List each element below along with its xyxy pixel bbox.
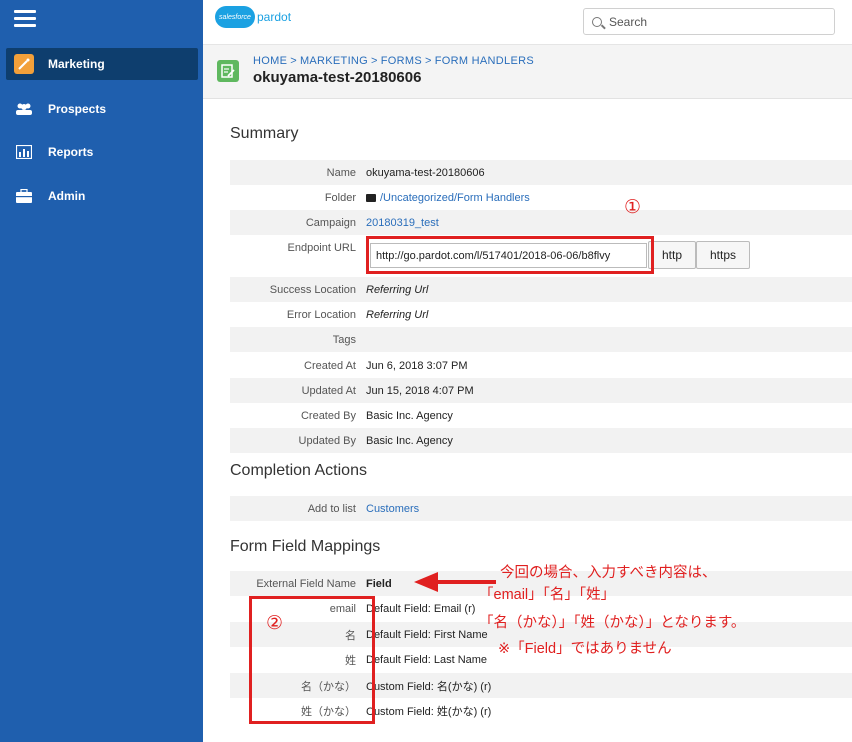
summary-row-updated-by: Updated By Basic Inc. Agency [230,428,852,453]
summary-row-folder: Folder /Uncategorized/Form Handlers [230,185,852,210]
success-label: Success Location [269,283,356,296]
mapping-value: Default Field: Last Name [366,653,488,666]
name-label: Name [326,166,356,179]
name-value: okuyama-test-20180606 [366,166,485,179]
breadcrumb-home[interactable]: HOME [253,55,287,67]
summary-row-tags: Tags [230,327,852,352]
sidebar-item-label: Marketing [48,57,105,71]
form-field-mappings-title: Form Field Mappings [230,538,381,555]
search-box[interactable] [583,8,835,35]
summary-row-name: Name okuyama-test-20180606 [230,160,852,185]
mapping-value: Default Field: Email (r) [366,602,476,615]
chart-icon [14,142,34,162]
mapping-value: Default Field: First Name [366,628,488,641]
sidebar-item-reports[interactable]: Reports [6,136,198,168]
field-header: Field [366,577,392,590]
mapping-value: Custom Field: 姓(かな) (r) [366,705,492,718]
created-by-label: Created By [300,409,356,422]
wand-icon [14,54,34,74]
breadcrumb-form-handlers[interactable]: FORM HANDLERS [435,55,534,67]
mapping-label: email [329,602,356,615]
external-field-name-header: External Field Name [256,577,356,590]
top-bar: salesforce pardot [203,0,852,45]
salesforce-logo-icon: salesforce [215,6,255,28]
folder-link[interactable]: /Uncategorized/Form Handlers [366,192,530,204]
summary-row-error: Error Location Referring Url [230,302,852,327]
annotation-line-1: 今回の場合、入力すべき内容は、 [500,565,717,581]
annotation-number-2: ② [266,613,284,634]
annotation-number-1: ① [624,197,642,218]
summary-row-created-at: Created At Jun 6, 2018 3:07 PM [230,353,852,378]
annotation-arrow-head [414,572,438,592]
created-at-value: Jun 6, 2018 3:07 PM [366,359,468,372]
error-value: Referring Url [366,308,429,321]
endpoint-url-field[interactable] [370,243,647,268]
summary-row-campaign: Campaign 20180319_test [230,210,852,235]
summary-row-updated-at: Updated At Jun 15, 2018 4:07 PM [230,378,852,403]
updated-at-value: Jun 15, 2018 4:07 PM [366,384,474,397]
error-label: Error Location [286,308,356,321]
updated-by-value: Basic Inc. Agency [366,434,453,447]
table-row: 名（かな） Custom Field: 名(かな) (r) [230,673,852,698]
sidebar-item-prospects[interactable]: Prospects [6,93,198,125]
sidebar-item-marketing[interactable]: Marketing [6,48,198,80]
created-by-value: Basic Inc. Agency [366,409,453,422]
created-at-label: Created At [304,359,356,372]
updated-by-label: Updated By [298,434,356,447]
completion-actions-title: Completion Actions [230,462,367,479]
mapping-label: 名 [345,629,356,642]
add-to-list-label: Add to list [307,502,356,515]
annotation-line-4: ※「Field」ではありません [498,641,672,657]
completion-row-add-to-list: Add to list Customers [230,496,852,521]
tags-label: Tags [332,333,356,346]
mapping-label: 姓（かな） [301,705,356,718]
summary-row-success: Success Location Referring Url [230,277,852,302]
https-button[interactable]: https [696,241,750,269]
table-row: 姓（かな） Custom Field: 姓(かな) (r) [230,698,852,723]
campaign-label: Campaign [305,216,356,229]
breadcrumb-forms[interactable]: FORMS [381,55,422,67]
add-to-list-link[interactable]: Customers [366,503,419,515]
annotation-line-3: 「名（かな）」「姓（かな）」となります。 [479,615,746,631]
pardot-logo[interactable]: salesforce pardot [215,6,291,28]
updated-at-label: Updated At [301,384,356,397]
http-button[interactable]: http [648,241,696,269]
form-handler-icon [217,60,239,82]
sidebar-item-admin[interactable]: Admin [6,180,198,212]
page-header: HOME > MARKETING > FORMS > FORM HANDLERS okuya… [203,45,852,99]
summary-title: Summary [230,125,299,142]
breadcrumb-marketing[interactable]: MARKETING [300,55,368,67]
briefcase-icon [14,186,34,206]
folder-icon [366,193,376,202]
page-title: okuyama-test-20180606 [253,69,422,86]
sidebar-item-label: Admin [48,189,86,203]
sidebar: Marketing Prospects Reports Admin [0,0,203,742]
menu-icon[interactable] [14,10,36,30]
mapping-label: 姓 [345,654,356,667]
campaign-link[interactable]: 20180319_test [366,217,439,229]
search-icon [592,16,602,27]
summary-row-created-by: Created By Basic Inc. Agency [230,403,852,428]
sidebar-item-label: Reports [48,145,94,159]
annotation-line-2: 「email」「名」「姓」 [479,587,616,603]
endpoint-label: Endpoint URL [287,242,357,254]
search-input[interactable] [609,14,809,29]
mapping-value: Custom Field: 名(かな) (r) [366,680,492,693]
breadcrumb: HOME > MARKETING > FORMS > FORM HANDLERS [253,55,534,67]
folder-label: Folder [324,191,356,204]
logo-product: pardot [257,10,292,24]
sidebar-item-label: Prospects [48,102,107,116]
people-icon [14,99,34,119]
success-value: Referring Url [366,283,429,296]
mapping-label: 名（かな） [301,680,356,693]
